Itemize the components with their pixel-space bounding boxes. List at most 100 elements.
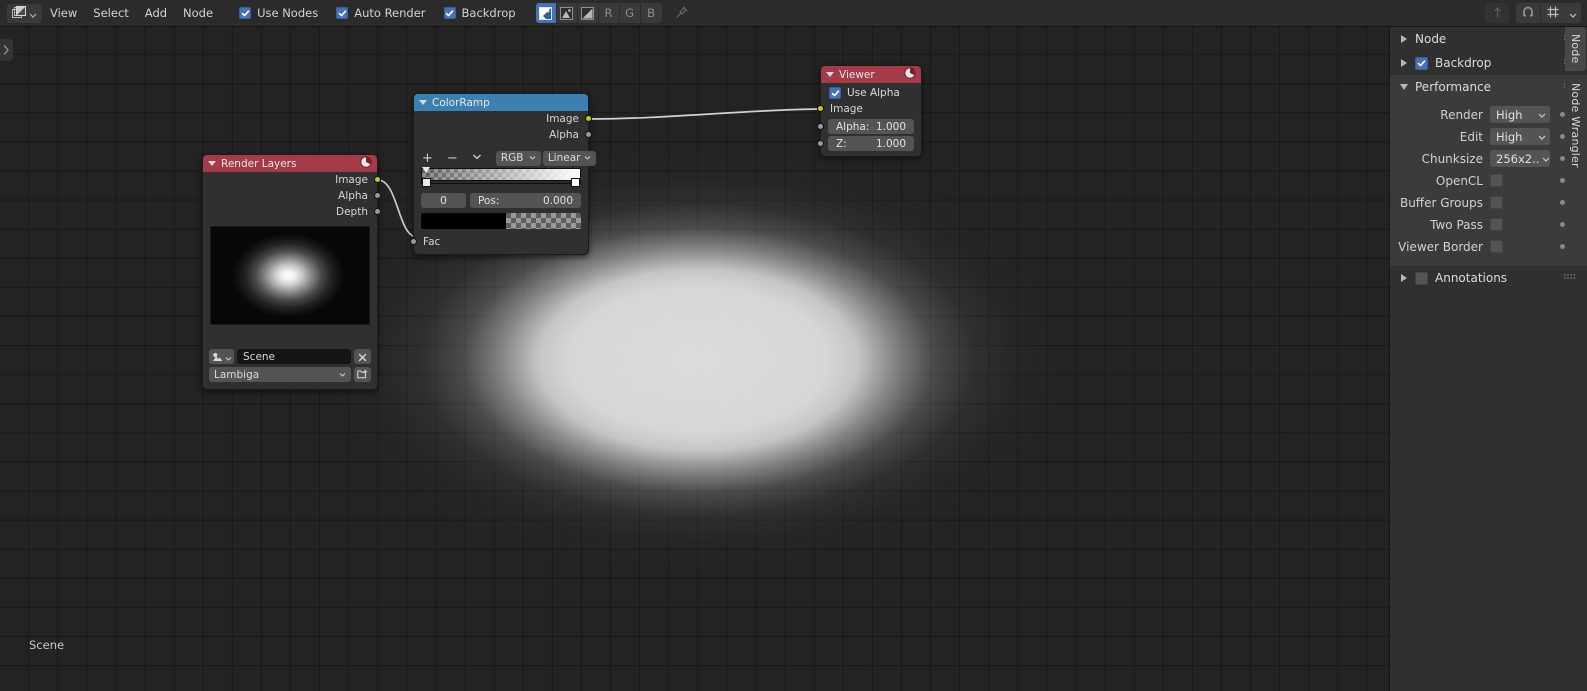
disclosure-triangle-icon[interactable] <box>1399 274 1408 282</box>
render-quality-value: High <box>1496 107 1523 122</box>
scene-name-field[interactable]: Scene <box>237 349 351 364</box>
output-socket-row-alpha[interactable]: Alpha <box>203 188 381 204</box>
socket-depth-out[interactable] <box>374 208 381 215</box>
checkbox-checked-icon <box>829 87 841 99</box>
annotations-panel-checkbox[interactable] <box>1415 271 1428 285</box>
output-socket-row-depth[interactable]: Depth <box>203 204 381 220</box>
node-render-layers[interactable]: Render Layers Image Alpha Depth Scene La… <box>202 154 381 390</box>
collapse-triangle-icon[interactable] <box>826 72 834 77</box>
output-socket-row-image[interactable]: Image <box>414 111 592 127</box>
menu-node[interactable]: Node <box>175 4 221 22</box>
colorramp-options-menu[interactable] <box>472 153 482 164</box>
node-body-colorramp: Image Alpha + − RGB Linear 0 Pos: 0.000 … <box>410 111 596 250</box>
node-viewer[interactable]: Viewer Use Alpha Image Alpha: 1.000 Z: 1… <box>817 65 922 157</box>
red-channel-button[interactable]: R <box>598 3 620 23</box>
scene-browse-button[interactable] <box>209 349 234 364</box>
use-alpha-toggle[interactable]: Use Alpha <box>821 83 921 101</box>
render-layers-node-icon <box>360 156 372 171</box>
opencl-checkbox[interactable] <box>1490 174 1503 187</box>
colorramp-stop-handle-1[interactable] <box>571 178 580 187</box>
color-icon-button[interactable] <box>556 3 578 23</box>
chevron-down-icon <box>525 152 536 164</box>
green-channel-button[interactable]: G <box>619 3 641 23</box>
output-socket-row-alpha[interactable]: Alpha <box>414 127 592 143</box>
alpha-icon-button[interactable] <box>577 3 599 23</box>
snap-options-dropdown[interactable] <box>1565 3 1581 23</box>
menu-select[interactable]: Select <box>85 4 136 22</box>
animate-property-dot[interactable] <box>1560 222 1565 227</box>
node-colorramp[interactable]: ColorRamp Image Alpha + − RGB Linear 0 P… <box>410 93 596 255</box>
prop-row-render: Render High <box>1390 104 1587 125</box>
backdrop-toggle[interactable]: Backdrop <box>443 6 516 20</box>
color-mode-value: RGB <box>500 152 524 164</box>
stop-index-field[interactable]: 0 <box>421 193 466 208</box>
panel-header-node[interactable]: Node <box>1390 27 1587 51</box>
render-quality-dropdown[interactable]: High <box>1490 106 1550 123</box>
socket-z-in[interactable] <box>817 139 824 147</box>
snap-magnet-button[interactable] <box>1516 3 1540 23</box>
socket-fac-in[interactable] <box>410 238 417 245</box>
buffer-groups-checkbox[interactable] <box>1490 196 1503 209</box>
editor-type-selector[interactable] <box>7 3 42 23</box>
stop-position-field[interactable]: Pos: 0.000 <box>470 193 581 208</box>
toolbar-expand-arrow[interactable] <box>0 39 13 61</box>
colorramp-stop-handle-0[interactable] <box>422 178 431 187</box>
collapse-triangle-icon[interactable] <box>208 161 216 166</box>
disclosure-triangle-icon[interactable] <box>1399 59 1408 67</box>
view-layer-dropdown[interactable]: Lambiga <box>209 367 351 382</box>
socket-alpha-out[interactable] <box>585 131 592 138</box>
backdrop-panel-checkbox[interactable] <box>1415 56 1428 70</box>
panel-header-annotations[interactable]: Annotations <box>1390 266 1587 290</box>
input-socket-row-image[interactable]: Image <box>817 101 921 117</box>
socket-image-out[interactable] <box>585 115 592 122</box>
scene-clear-button[interactable] <box>354 349 371 364</box>
panel-header-backdrop[interactable]: Backdrop <box>1390 51 1587 75</box>
socket-alpha-in[interactable] <box>817 122 824 130</box>
animate-property-dot[interactable] <box>1560 244 1565 249</box>
colorramp-stop-marker-left[interactable] <box>422 167 430 173</box>
collapse-triangle-icon[interactable] <box>419 100 427 105</box>
z-value-field[interactable]: Z: 1.000 <box>817 136 914 151</box>
use-nodes-toggle[interactable]: Use Nodes <box>239 6 318 20</box>
pin-icon-button[interactable] <box>671 3 693 23</box>
menu-add[interactable]: Add <box>137 4 175 22</box>
remove-stop-button[interactable]: − <box>447 152 458 165</box>
menu-view[interactable]: View <box>42 4 85 22</box>
add-stop-button[interactable]: + <box>422 152 433 165</box>
edit-quality-dropdown[interactable]: High <box>1490 128 1550 145</box>
proportional-edit-button[interactable] <box>1485 3 1509 23</box>
stop-color-swatch[interactable] <box>421 213 581 229</box>
alpha-value-field[interactable]: Alpha: 1.000 <box>817 119 914 134</box>
panel-header-performance[interactable]: Performance <box>1390 75 1587 99</box>
colorramp-gradient-widget[interactable] <box>421 167 581 188</box>
sidebar-tab-node[interactable]: Node <box>1565 27 1586 71</box>
chunksize-dropdown[interactable]: 256x2.. <box>1490 150 1550 167</box>
input-socket-row-fac[interactable]: Fac <box>410 234 588 250</box>
auto-render-toggle[interactable]: Auto Render <box>336 6 426 20</box>
two-pass-checkbox[interactable] <box>1490 218 1503 231</box>
snap-magnet-icon <box>1521 4 1535 23</box>
color-and-alpha-icon-button[interactable] <box>535 3 557 23</box>
socket-alpha-out[interactable] <box>374 192 381 199</box>
colorramp-stop-rail <box>421 181 581 184</box>
color-mode-dropdown[interactable]: RGB <box>495 150 541 166</box>
stop-position-label: Pos: <box>478 194 500 207</box>
output-socket-row-image[interactable]: Image <box>203 172 381 188</box>
node-header-render-layers[interactable]: Render Layers <box>203 155 377 172</box>
disclosure-triangle-icon[interactable] <box>1399 84 1408 90</box>
panel-label-backdrop: Backdrop <box>1435 56 1492 70</box>
sidebar-tab-node-wrangler[interactable]: Node Wrangler <box>1565 75 1586 175</box>
colorramp-gradient-bar[interactable] <box>421 168 581 181</box>
node-editor-canvas[interactable]: Scene Render Layers Image Alpha Depth Sc… <box>0 27 1389 691</box>
new-layer-button[interactable] <box>354 367 371 382</box>
snap-target-button[interactable] <box>1541 3 1565 23</box>
node-header-viewer[interactable]: Viewer <box>821 66 921 83</box>
blue-channel-button[interactable]: B <box>640 3 662 23</box>
animate-property-dot[interactable] <box>1560 200 1565 205</box>
socket-image-out[interactable] <box>374 176 381 183</box>
node-header-colorramp[interactable]: ColorRamp <box>414 94 588 111</box>
disclosure-triangle-icon[interactable] <box>1399 35 1408 43</box>
interpolation-dropdown[interactable]: Linear <box>542 150 596 166</box>
viewer-border-checkbox[interactable] <box>1490 240 1503 253</box>
socket-image-in[interactable] <box>817 105 824 112</box>
